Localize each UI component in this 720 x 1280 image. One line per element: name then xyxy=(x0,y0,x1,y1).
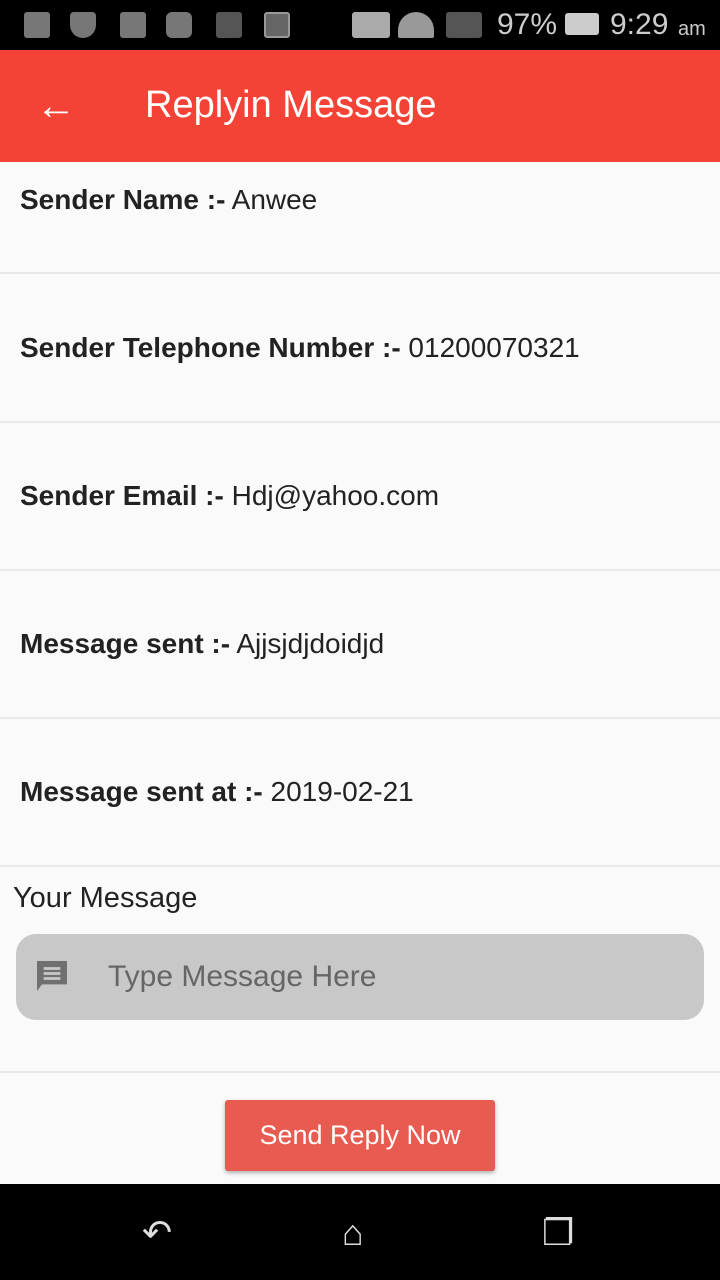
detail-value: Hdj@yahoo.com xyxy=(231,480,440,511)
divider xyxy=(0,569,720,571)
mute-icon xyxy=(352,12,390,38)
message-icon xyxy=(37,961,67,991)
detail-sender-telephone: Sender Telephone Number :- 01200070321 xyxy=(20,332,720,364)
clock: 9:29 xyxy=(610,8,669,41)
detail-value: Anwee xyxy=(231,184,318,215)
youtube-icon xyxy=(166,12,192,38)
recents-nav-icon[interactable]: ❐ xyxy=(542,1212,574,1254)
back-nav-icon[interactable]: ↶ xyxy=(142,1212,172,1254)
detail-label: Sender Name :- xyxy=(20,184,226,215)
send-reply-button[interactable]: Send Reply Now xyxy=(225,1100,495,1171)
home-nav-icon[interactable]: ⌂ xyxy=(342,1212,364,1254)
detail-label: Message sent at :- xyxy=(20,776,263,807)
app-icon xyxy=(216,12,242,38)
clock-ampm: am xyxy=(678,18,706,40)
divider xyxy=(0,717,720,719)
app-bar: ← Replyin Message xyxy=(0,50,720,162)
battery-icon xyxy=(565,13,599,35)
wifi-icon xyxy=(398,12,434,38)
detail-message-sent: Message sent :- Ajjsjdjdoidjd xyxy=(20,628,720,660)
page-title: Replyin Message xyxy=(145,84,437,126)
facebook-icon xyxy=(120,12,146,38)
back-arrow-icon[interactable]: ← xyxy=(36,86,76,126)
detail-value: 2019-02-21 xyxy=(270,776,414,807)
message-input[interactable] xyxy=(108,954,668,1000)
detail-message-sent-at: Message sent at :- 2019-02-21 xyxy=(20,776,720,808)
notification-add-icon xyxy=(24,12,50,38)
detail-label: Sender Telephone Number :- xyxy=(20,332,401,363)
battery-percent: 97% xyxy=(497,8,558,41)
signal-icon xyxy=(446,12,482,38)
detail-sender-name: Sender Name :- Anwee xyxy=(20,184,720,216)
detail-label: Message sent :- xyxy=(20,628,231,659)
detail-sender-email: Sender Email :- Hdj@yahoo.com xyxy=(20,480,720,512)
your-message-label: Your Message xyxy=(13,882,198,914)
detail-value: Ajjsjdjdoidjd xyxy=(236,628,385,659)
message-input-container[interactable] xyxy=(16,934,704,1020)
shield-icon xyxy=(70,12,96,38)
divider xyxy=(0,1071,720,1073)
divider xyxy=(0,421,720,423)
divider xyxy=(0,865,720,867)
navigation-bar: ↶ ⌂ ❐ xyxy=(0,1184,720,1280)
detail-label: Sender Email :- xyxy=(20,480,224,511)
status-bar: 97% 9:29 am xyxy=(0,0,720,50)
image-icon xyxy=(264,12,290,38)
divider xyxy=(0,272,720,274)
detail-value: 01200070321 xyxy=(408,332,580,363)
